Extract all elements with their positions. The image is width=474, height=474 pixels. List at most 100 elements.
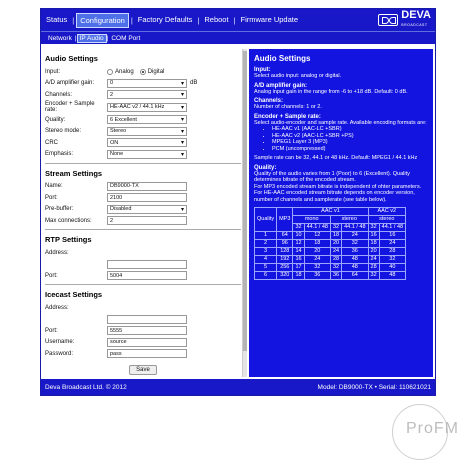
table-row: 6 320 18 36 36 64 32 48 — [253, 271, 407, 280]
icecast-address-field-row — [45, 314, 241, 325]
table-cell: 16 — [367, 231, 380, 240]
table-row: 3 128 14 20 24 36 20 28 — [253, 247, 407, 256]
table-cell: 2 — [253, 239, 278, 248]
table-cell: 64 — [276, 231, 294, 240]
stereo-select[interactable]: Stereo — [107, 126, 187, 136]
channels-select[interactable]: 2 — [107, 90, 187, 99]
radio-selected-icon[interactable] — [139, 68, 146, 75]
table-cell: 14 — [292, 247, 305, 256]
table-rate-cell: 44.1 / 48 — [303, 223, 331, 232]
scrollbar[interactable] — [242, 49, 247, 377]
rtp-address-row: Address: — [45, 247, 241, 258]
emphasis-select[interactable]: None — [107, 149, 187, 159]
stream-port-input[interactable]: 2100 — [107, 193, 187, 202]
table-cell: 20 — [367, 247, 380, 256]
quality-select[interactable]: 6 Excellent — [107, 115, 187, 124]
encoder-label: Encoder + Sample rate: — [45, 101, 95, 113]
table-cell: 18 — [303, 239, 331, 248]
help-quality-text-1: Quality of the audio varies from 1 (Poor… — [254, 170, 410, 184]
subnav-com-port[interactable]: COM Port — [108, 35, 143, 42]
help-title: Audio Settings — [254, 54, 311, 63]
logo-subtext: BROADCAST — [401, 23, 428, 27]
prebuffer-select[interactable]: Disabled — [107, 204, 187, 214]
table-cell: 32 — [341, 239, 369, 248]
crc-select[interactable]: ON — [107, 138, 187, 147]
stereo-label: Stereo mode: — [45, 128, 82, 134]
table-cell: 28 — [367, 263, 380, 272]
quality-label: Quality: — [45, 116, 66, 123]
nav-factory-defaults[interactable]: Factory Defaults — [133, 9, 198, 31]
help-panel: Audio Settings Input: Select audio input… — [249, 49, 433, 377]
table-cell: 28 — [378, 247, 407, 256]
db-logo-icon — [378, 14, 399, 26]
input-digital-option[interactable]: Digital — [139, 68, 164, 75]
browser-frame: Status | Configuration | Factory Default… — [40, 8, 436, 396]
encoder-select[interactable]: HE-AAC v2 / 44.1 kHz — [107, 102, 187, 112]
table-cell: 10 — [292, 231, 305, 240]
save-button[interactable]: Save — [129, 365, 157, 375]
icecast-username-input[interactable]: source — [107, 337, 187, 347]
icecast-port-label: Port: — [45, 327, 58, 334]
table-cell: 1 — [253, 231, 278, 240]
table-cell: 20 — [303, 247, 331, 256]
nav-configuration[interactable]: Configuration — [76, 12, 129, 28]
gain-select[interactable]: 0 — [107, 78, 187, 88]
rtp-port-input[interactable]: 5004 — [107, 271, 187, 280]
top-nav: Status | Configuration | Factory Default… — [41, 9, 435, 31]
table-body: 1 64 10 12 18 24 16 16 2 96 12 18 20 32 18 24 3 128 14 20 24… — [253, 231, 407, 280]
table-cell: 96 — [276, 239, 294, 248]
table-cell: 32 — [329, 263, 343, 272]
maxconn-label: Max connections: — [45, 217, 92, 224]
icecast-address-label: Address: — [45, 304, 69, 311]
rtp-address-input[interactable] — [107, 259, 187, 269]
divider — [45, 284, 241, 285]
quality-row: Quality: 6 Excellent — [45, 114, 241, 125]
table-cell: 28 — [329, 255, 343, 264]
table-cell: 18 — [292, 271, 305, 280]
profm-watermark: ProFM — [392, 404, 464, 464]
scrollbar-thumb[interactable] — [243, 51, 247, 351]
radio-icon[interactable] — [107, 68, 113, 75]
rtp-port-label: Port: — [45, 272, 58, 279]
help-quality-text-3: For HE-AAC encoded stream bitrate depend… — [254, 190, 415, 203]
input-label: Input: — [45, 68, 61, 75]
subnav-network[interactable]: Network — [45, 35, 75, 42]
table-row: 4 192 16 24 28 48 24 32 — [253, 255, 407, 264]
table-cell: 32 — [378, 255, 407, 264]
table-cell: 20 — [329, 239, 343, 248]
prebuffer-label: Pre-buffer: — [45, 206, 74, 212]
bitrate-table: Quality MP3 AAC v1 AAC v2 mono stereo st… — [253, 207, 407, 280]
stereo-row: Stereo mode: Stereo — [45, 126, 241, 137]
table-rate-cell: 32 — [292, 223, 305, 232]
nav-firmware-update[interactable]: Firmware Update — [236, 9, 304, 31]
input-analog-option[interactable]: Analog — [107, 68, 134, 75]
nav-reboot[interactable]: Reboot — [199, 9, 233, 31]
maxconn-input[interactable]: 2 — [107, 216, 187, 225]
table-cell: 6 — [253, 271, 278, 280]
subnav-ip-audio[interactable]: IP Audio — [76, 33, 107, 43]
table-cell: 192 — [276, 255, 294, 264]
icecast-password-input[interactable]: pass — [107, 349, 187, 358]
rtp-port-row: Port: 5004 — [45, 270, 241, 281]
audio-settings-title: Audio Settings — [45, 54, 98, 63]
input-row: Input: Analog Digital — [45, 66, 241, 77]
stream-name-input[interactable]: DB9000-TX — [107, 181, 187, 191]
crc-label: CRC — [45, 139, 58, 146]
nav-status[interactable]: Status — [41, 9, 72, 31]
icecast-username-row: Username: source — [45, 337, 241, 348]
table-rate-cell: 32 — [329, 223, 343, 232]
rtp-address-label: Address: — [45, 249, 69, 256]
gain-row: A/D amplifier gain: 0 dB — [45, 78, 241, 89]
help-gain-text: Analog input gain in the range from -6 t… — [254, 88, 408, 95]
table-header-quality: Quality — [253, 207, 278, 232]
table-rate-cell: 44.1 / 48 — [378, 223, 407, 232]
gain-unit: dB — [190, 80, 198, 86]
footer: Deva Broadcast Ltd. © 2012 Model: DB9000… — [41, 379, 435, 395]
icecast-port-input[interactable]: 5555 — [107, 326, 187, 335]
help-input-text: Select audio input: analog or digital. — [254, 73, 342, 79]
deva-logo: DEVA BROADCAST — [378, 10, 431, 28]
icecast-address-input[interactable] — [107, 314, 187, 324]
icecast-password-row: Password: pass — [45, 348, 241, 359]
emphasis-row: Emphasis: None — [45, 149, 241, 160]
table-cell: 12 — [303, 231, 331, 240]
